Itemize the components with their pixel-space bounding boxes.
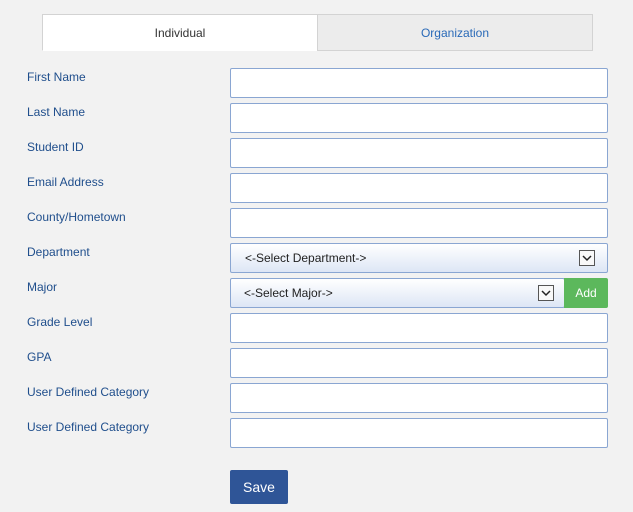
tab-individual[interactable]: Individual bbox=[42, 14, 318, 51]
chevron-down-icon[interactable] bbox=[579, 250, 595, 266]
user-category-1-row: User Defined Category bbox=[0, 383, 633, 413]
department-label: Department bbox=[27, 245, 90, 259]
student-id-label: Student ID bbox=[27, 140, 84, 154]
user-category-2-row: User Defined Category bbox=[0, 418, 633, 448]
gpa-input[interactable] bbox=[230, 348, 608, 378]
user-category-2-input[interactable] bbox=[230, 418, 608, 448]
grade-level-label: Grade Level bbox=[27, 315, 93, 329]
major-select[interactable]: <-Select Major-> bbox=[230, 278, 565, 308]
last-name-label: Last Name bbox=[27, 105, 86, 119]
county-input[interactable] bbox=[230, 208, 608, 238]
email-label: Email Address bbox=[27, 175, 104, 189]
county-row: County/Hometown bbox=[0, 208, 633, 238]
gpa-row: GPA bbox=[0, 348, 633, 378]
gpa-label: GPA bbox=[27, 350, 52, 364]
user-category-1-input[interactable] bbox=[230, 383, 608, 413]
major-selected-value: <-Select Major-> bbox=[244, 286, 333, 300]
first-name-input[interactable] bbox=[230, 68, 608, 98]
department-selected-value: <-Select Department-> bbox=[245, 251, 367, 265]
department-select[interactable]: <-Select Department-> bbox=[230, 243, 608, 273]
grade-level-row: Grade Level bbox=[0, 313, 633, 343]
grade-level-input[interactable] bbox=[230, 313, 608, 343]
first-name-label: First Name bbox=[27, 70, 86, 84]
last-name-row: Last Name bbox=[0, 103, 633, 133]
last-name-input[interactable] bbox=[230, 103, 608, 133]
email-row: Email Address bbox=[0, 173, 633, 203]
tab-bar: Individual Organization bbox=[42, 14, 593, 52]
user-category-1-label: User Defined Category bbox=[27, 385, 150, 399]
first-name-row: First Name bbox=[0, 68, 633, 98]
major-label: Major bbox=[27, 280, 58, 294]
user-category-2-label: User Defined Category bbox=[27, 420, 150, 434]
tab-organization[interactable]: Organization bbox=[317, 14, 593, 51]
chevron-down-icon[interactable] bbox=[538, 285, 554, 301]
student-id-input[interactable] bbox=[230, 138, 608, 168]
save-button[interactable]: Save bbox=[230, 470, 288, 504]
county-label: County/Hometown bbox=[27, 210, 126, 224]
major-row: Major <-Select Major-> Add bbox=[0, 278, 633, 308]
add-major-button[interactable]: Add bbox=[564, 278, 608, 308]
email-input[interactable] bbox=[230, 173, 608, 203]
department-row: Department <-Select Department-> bbox=[0, 243, 633, 273]
student-id-row: Student ID bbox=[0, 138, 633, 168]
